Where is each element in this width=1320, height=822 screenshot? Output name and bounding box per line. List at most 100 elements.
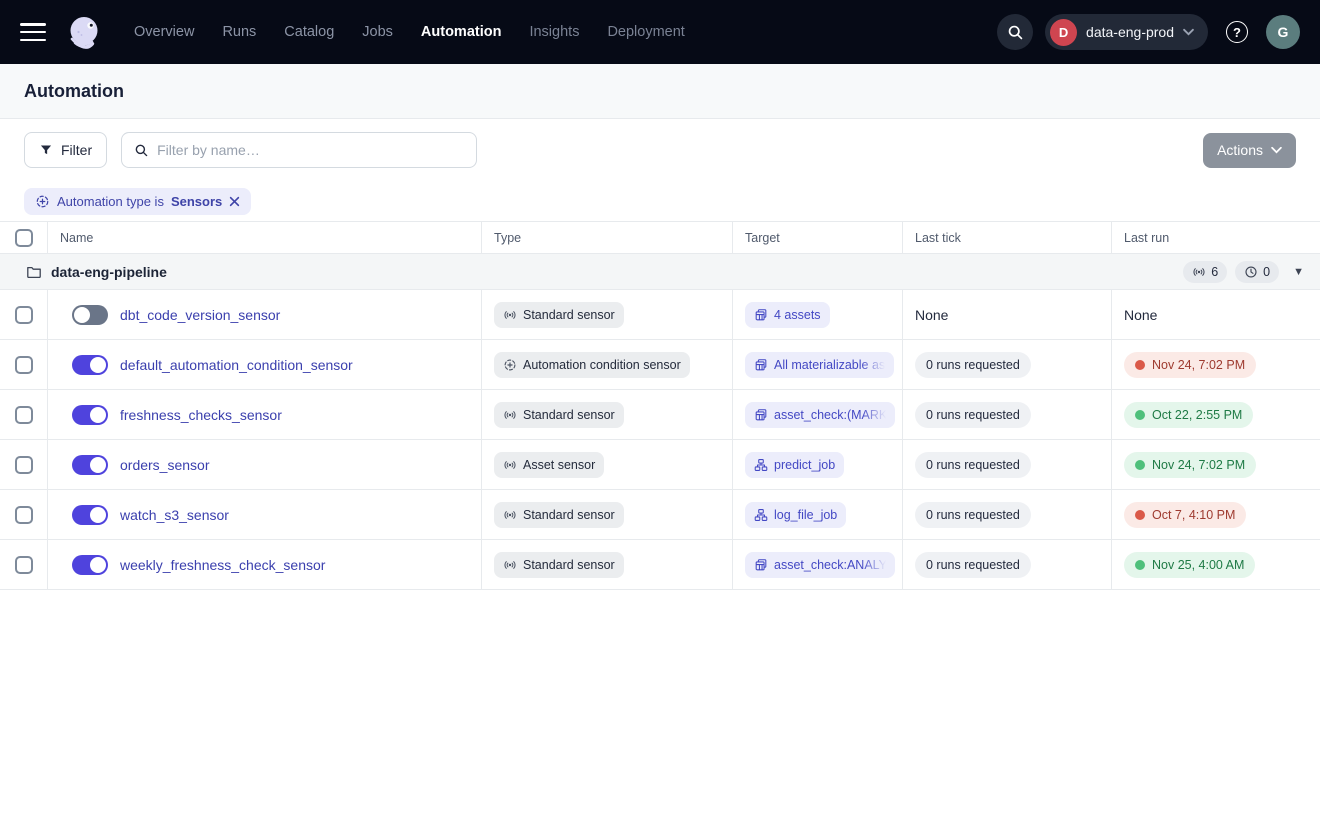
search-button[interactable] [997, 14, 1033, 50]
workspace-switcher[interactable]: D data-eng-prod [1045, 14, 1208, 50]
actions-button[interactable]: Actions [1203, 133, 1296, 168]
name-filter-input[interactable] [157, 142, 464, 158]
sensor-icon [1192, 265, 1206, 279]
column-header-last-tick[interactable]: Last tick [903, 222, 1112, 254]
run-status-dot [1135, 410, 1145, 420]
column-header-target[interactable]: Target [733, 222, 903, 254]
help-button[interactable]: ? [1220, 15, 1254, 49]
asset-icon [754, 358, 768, 372]
last-tick-badge: 0 runs requested [915, 552, 1031, 578]
hamburger-menu-icon[interactable] [20, 23, 46, 41]
target-badge[interactable]: predict_job [745, 452, 844, 478]
nav-runs[interactable]: Runs [222, 24, 256, 40]
table-row: freshness_checks_sensor Standard sensor … [0, 390, 1320, 440]
row-checkbox[interactable] [15, 406, 33, 424]
sensor-icon [503, 408, 517, 422]
remove-filter-icon[interactable] [229, 196, 240, 207]
table-row: default_automation_condition_sensor Auto… [0, 340, 1320, 390]
nav-overview[interactable]: Overview [134, 24, 194, 40]
nav-insights[interactable]: Insights [529, 24, 579, 40]
target-badge[interactable]: All materializable as [745, 352, 894, 378]
run-status-dot [1135, 360, 1145, 370]
sensor-name-link[interactable]: orders_sensor [120, 457, 210, 473]
row-checkbox[interactable] [15, 456, 33, 474]
page-header: Automation [0, 64, 1320, 119]
last-tick-value: None [915, 307, 948, 323]
last-run-badge[interactable]: Oct 22, 2:55 PM [1124, 402, 1253, 428]
run-status-dot [1135, 560, 1145, 570]
target-badge[interactable]: asset_check:(MARK [745, 402, 895, 428]
sensor-icon [503, 508, 517, 522]
sensor-enabled-toggle[interactable] [72, 355, 108, 375]
last-tick-badge: 0 runs requested [915, 502, 1031, 528]
sensor-type-badge: Automation condition sensor [494, 352, 690, 378]
workspace-name: data-eng-prod [1086, 24, 1174, 40]
sensor-enabled-toggle[interactable] [72, 305, 108, 325]
group-counts: 6 0 ▼ [1183, 261, 1304, 283]
row-checkbox[interactable] [15, 356, 33, 374]
sensor-type-badge: Standard sensor [494, 502, 624, 528]
sensor-enabled-toggle[interactable] [72, 405, 108, 425]
sensor-enabled-toggle[interactable] [72, 555, 108, 575]
row-checkbox[interactable] [15, 506, 33, 524]
table-header: Name Type Target Last tick Last run [0, 222, 1320, 254]
last-tick-badge: 0 runs requested [915, 352, 1031, 378]
last-run-badge[interactable]: Nov 25, 4:00 AM [1124, 552, 1255, 578]
sensor-enabled-toggle[interactable] [72, 505, 108, 525]
active-filters-row: Automation type is Sensors [0, 181, 1320, 222]
sensor-name-link[interactable]: dbt_code_version_sensor [120, 307, 280, 323]
sensor-name-link[interactable]: weekly_freshness_check_sensor [120, 557, 325, 573]
sensor-enabled-toggle[interactable] [72, 455, 108, 475]
column-header-type[interactable]: Type [482, 222, 733, 254]
folder-icon [26, 264, 42, 280]
filter-chip-prefix: Automation type is [57, 194, 164, 209]
nav-deployment[interactable]: Deployment [607, 24, 684, 40]
filter-button-label: Filter [61, 142, 92, 158]
sensor-type-badge: Standard sensor [494, 402, 624, 428]
column-header-last-run[interactable]: Last run [1112, 222, 1320, 254]
code-location-group-row[interactable]: data-eng-pipeline 6 0 ▼ [0, 254, 1320, 290]
dagster-logo[interactable] [64, 12, 104, 52]
sensor-type-badge: Asset sensor [494, 452, 604, 478]
sensor-name-link[interactable]: watch_s3_sensor [120, 507, 229, 523]
chevron-down-icon [1183, 28, 1194, 36]
asset-icon [754, 408, 768, 422]
collapse-group-caret-icon[interactable]: ▼ [1293, 266, 1304, 278]
automation-condition-icon [503, 358, 517, 372]
automation-condition-icon [35, 194, 50, 209]
table-row: watch_s3_sensor Standard sensor log_file… [0, 490, 1320, 540]
search-icon [1007, 24, 1024, 41]
table-row: weekly_freshness_check_sensor Standard s… [0, 540, 1320, 590]
sensor-type-badge: Standard sensor [494, 302, 624, 328]
sensor-icon [503, 558, 517, 572]
last-run-badge[interactable]: Oct 7, 4:10 PM [1124, 502, 1246, 528]
select-all-checkbox[interactable] [15, 229, 33, 247]
table-row: dbt_code_version_sensor Standard sensor … [0, 290, 1320, 340]
row-checkbox[interactable] [15, 306, 33, 324]
last-run-badge[interactable]: Nov 24, 7:02 PM [1124, 452, 1256, 478]
nav-automation[interactable]: Automation [421, 24, 502, 40]
target-badge[interactable]: log_file_job [745, 502, 846, 528]
nav-catalog[interactable]: Catalog [284, 24, 334, 40]
row-checkbox[interactable] [15, 556, 33, 574]
sensor-name-link[interactable]: freshness_checks_sensor [120, 407, 282, 423]
app-window: Overview Runs Catalog Jobs Automation In… [0, 0, 1320, 822]
last-run-value: None [1124, 307, 1157, 323]
funnel-icon [39, 143, 53, 157]
sensor-icon [503, 458, 517, 472]
target-badge[interactable]: asset_check:ANALY [745, 552, 895, 578]
top-nav-right: D data-eng-prod ? G [997, 14, 1300, 50]
sensor-name-link[interactable]: default_automation_condition_sensor [120, 357, 353, 373]
job-icon [754, 508, 768, 522]
asset-icon [754, 558, 768, 572]
asset-icon [754, 308, 768, 322]
nav-jobs[interactable]: Jobs [362, 24, 393, 40]
filter-chip-automation-type[interactable]: Automation type is Sensors [24, 188, 251, 215]
target-badge[interactable]: 4 assets [745, 302, 830, 328]
group-name: data-eng-pipeline [51, 264, 167, 280]
last-run-badge[interactable]: Nov 24, 7:02 PM [1124, 352, 1256, 378]
avatar[interactable]: G [1266, 15, 1300, 49]
column-header-name[interactable]: Name [48, 222, 482, 254]
toolbar: Filter Actions [0, 119, 1320, 181]
filter-button[interactable]: Filter [24, 132, 107, 168]
